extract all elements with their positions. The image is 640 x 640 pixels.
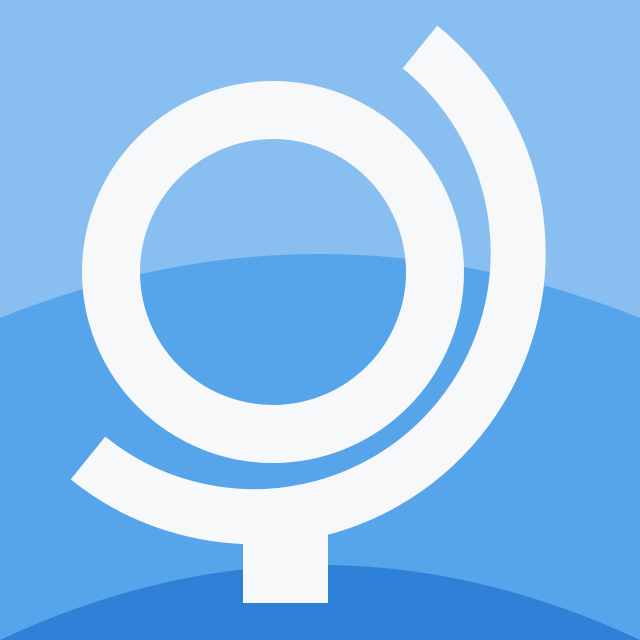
app-icon[interactable] [0, 0, 640, 640]
globe-icon [0, 0, 640, 640]
globe-stand [243, 518, 328, 603]
